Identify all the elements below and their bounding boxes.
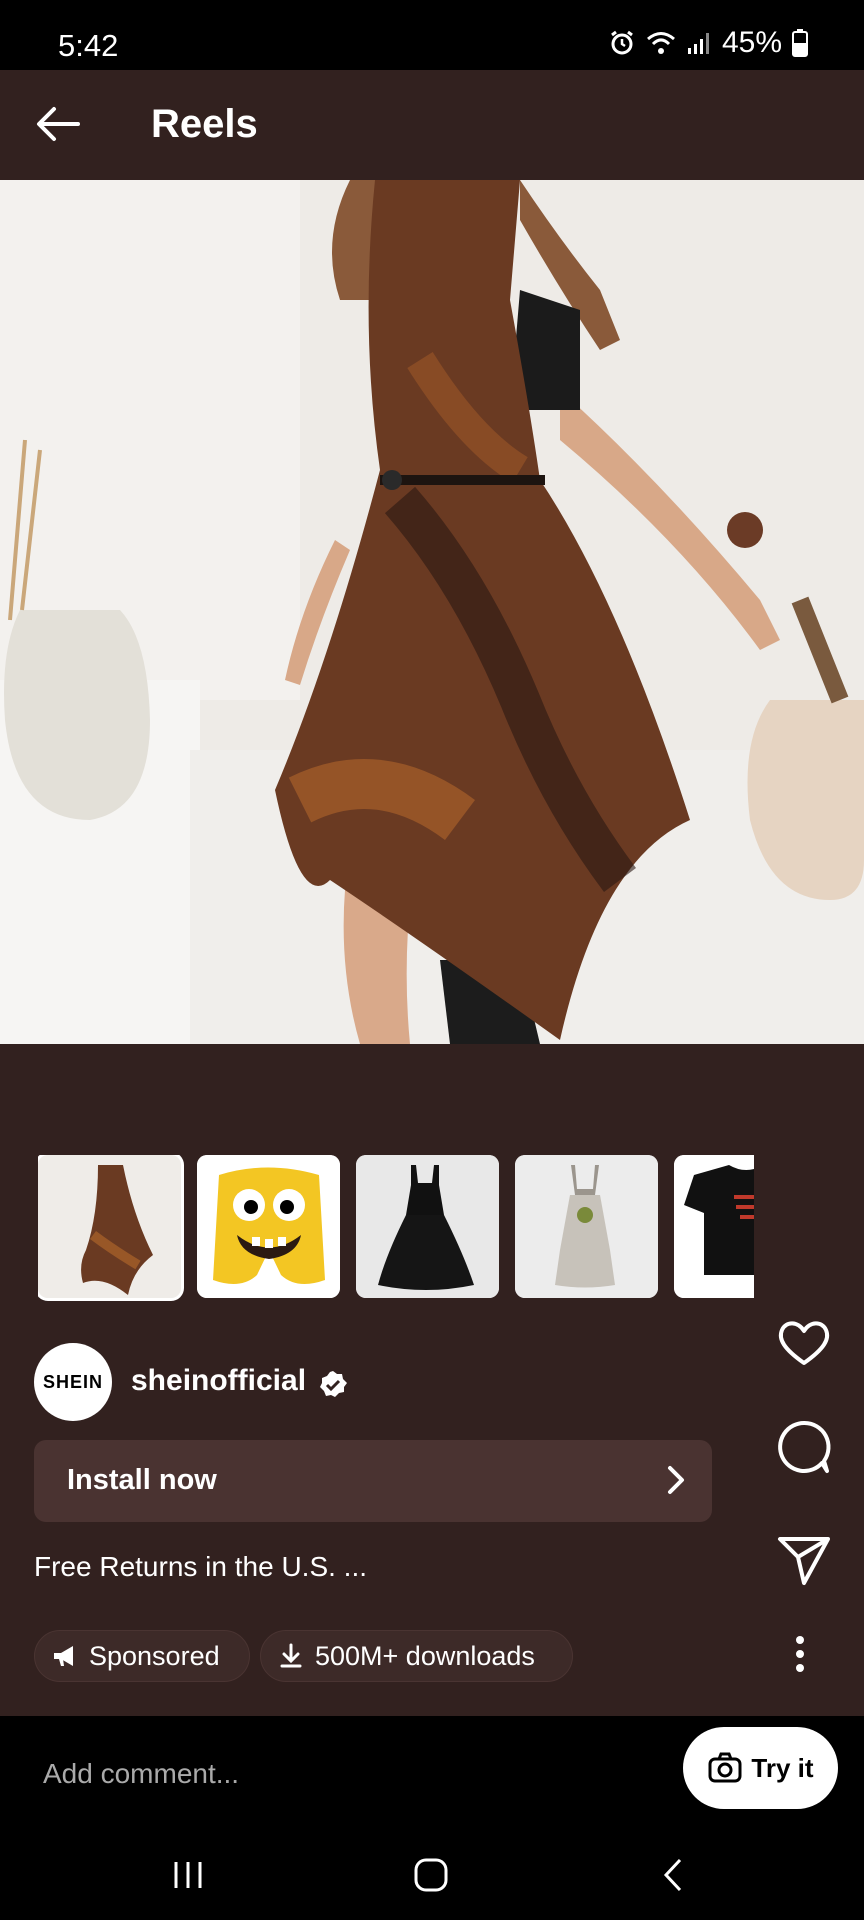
back-arrow-icon[interactable] (30, 96, 86, 152)
battery-icon (792, 29, 808, 57)
product-thumbnails (38, 1155, 754, 1302)
header: Reels (0, 70, 864, 180)
signal-icon (687, 33, 709, 54)
install-label: Install now (67, 1464, 217, 1496)
add-comment-input[interactable]: Add comment... (43, 1758, 239, 1790)
reel-details-panel (0, 1044, 864, 1716)
verified-badge-icon (320, 1371, 347, 1397)
more-options-icon[interactable] (785, 1632, 815, 1676)
back-nav-icon[interactable] (644, 1850, 704, 1900)
install-now-button[interactable]: Install now (34, 1440, 712, 1522)
reel-video[interactable] (0, 180, 864, 1044)
downloads-chip[interactable]: 500M+ downloads (260, 1630, 573, 1682)
downloads-label: 500M+ downloads (315, 1640, 535, 1671)
product-thumb-yellow-face-shorts[interactable] (197, 1155, 340, 1298)
product-thumb-black-lace-dress[interactable] (356, 1155, 499, 1298)
comment-bubble-icon[interactable] (774, 1417, 834, 1477)
alarm-icon (611, 30, 633, 55)
home-icon[interactable] (401, 1850, 461, 1900)
try-it-label: Try it (751, 1752, 814, 1783)
download-icon (280, 1643, 302, 1668)
reel-caption[interactable]: Free Returns in the U.S. ... (34, 1551, 367, 1583)
reel-image (0, 180, 864, 1044)
chevron-right-icon (668, 1466, 684, 1494)
page-title: Reels (151, 102, 258, 146)
share-send-icon[interactable] (774, 1529, 834, 1589)
product-thumb-grey-overall-dress[interactable] (515, 1155, 658, 1298)
sponsored-chip[interactable]: Sponsored (34, 1630, 250, 1682)
system-navigation-bar (0, 1830, 864, 1920)
recent-apps-icon[interactable] (158, 1850, 218, 1900)
try-it-button[interactable]: Try it (683, 1727, 838, 1809)
status-bar: 5:42 45% (0, 0, 864, 70)
like-heart-icon[interactable] (774, 1313, 834, 1373)
status-icons: 45% (608, 26, 808, 60)
megaphone-icon (54, 1646, 73, 1666)
sponsored-label: Sponsored (89, 1640, 220, 1671)
product-thumb-tie-dye-dress[interactable] (38, 1155, 181, 1298)
account-username[interactable]: sheinofficial (131, 1364, 306, 1398)
wifi-icon (646, 32, 675, 54)
battery-percent: 45% (721, 26, 782, 59)
product-thumb-black-tshirt[interactable] (674, 1155, 754, 1298)
brand-avatar[interactable]: SHEIN (34, 1343, 112, 1421)
status-time: 5:42 (58, 28, 119, 63)
camera-icon (708, 1752, 742, 1783)
